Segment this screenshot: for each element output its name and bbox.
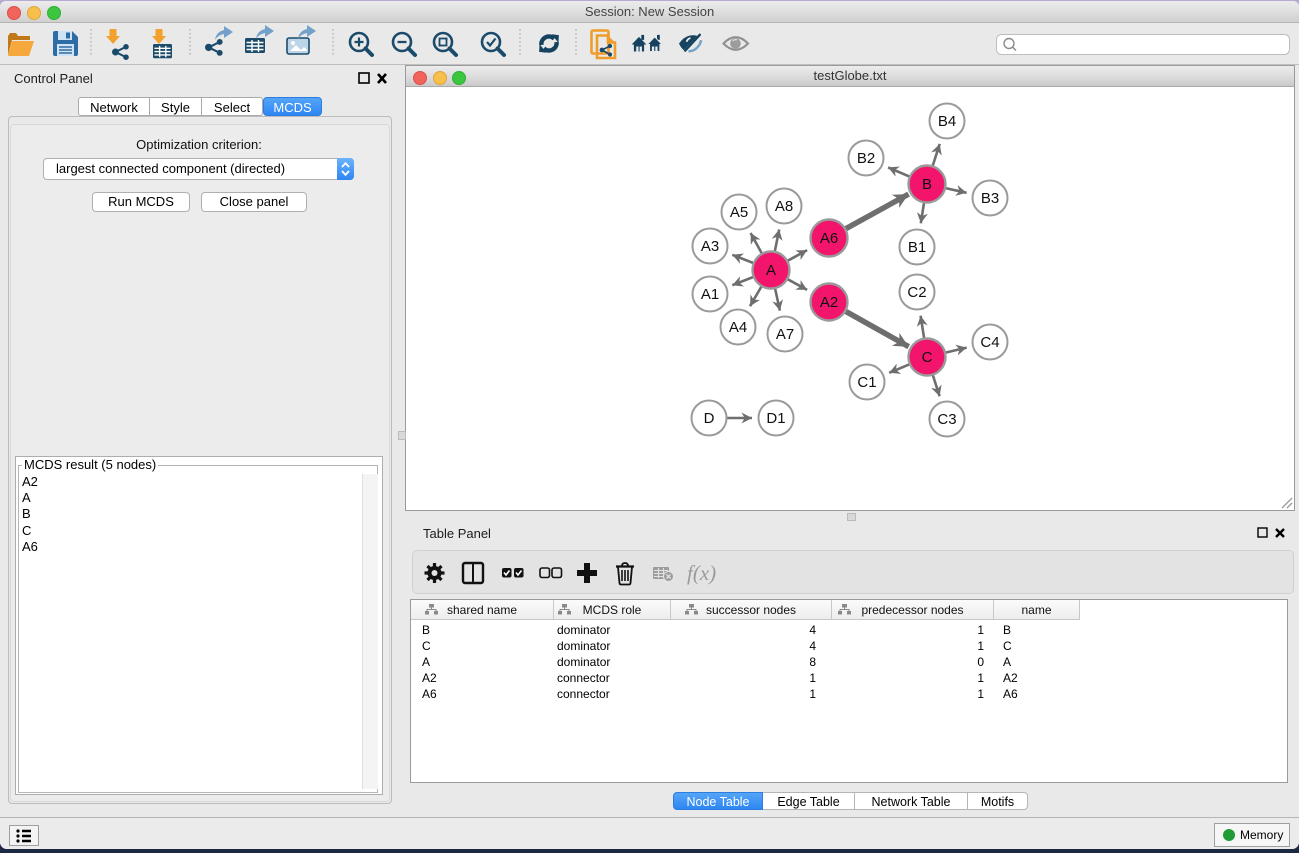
- svg-text:C2: C2: [907, 284, 926, 301]
- svg-text:A5: A5: [730, 204, 748, 221]
- svg-text:C4: C4: [980, 334, 999, 351]
- svg-text:C3: C3: [937, 411, 956, 428]
- svg-text:B4: B4: [938, 113, 956, 130]
- svg-text:B: B: [922, 176, 932, 193]
- svg-text:A7: A7: [776, 326, 794, 343]
- svg-text:B1: B1: [908, 239, 926, 256]
- svg-text:A1: A1: [701, 286, 719, 303]
- svg-text:D: D: [704, 410, 715, 427]
- svg-text:D1: D1: [766, 410, 785, 427]
- svg-text:B3: B3: [981, 190, 999, 207]
- svg-text:C: C: [922, 349, 933, 366]
- svg-text:A4: A4: [729, 319, 747, 336]
- svg-text:A3: A3: [701, 238, 719, 255]
- svg-text:A: A: [766, 262, 776, 279]
- svg-text:A8: A8: [775, 198, 793, 215]
- svg-text:B2: B2: [857, 150, 875, 167]
- svg-text:C1: C1: [857, 374, 876, 391]
- svg-text:f(x): f(x): [687, 561, 716, 585]
- svg-text:A6: A6: [820, 230, 838, 247]
- svg-text:A2: A2: [820, 294, 838, 311]
